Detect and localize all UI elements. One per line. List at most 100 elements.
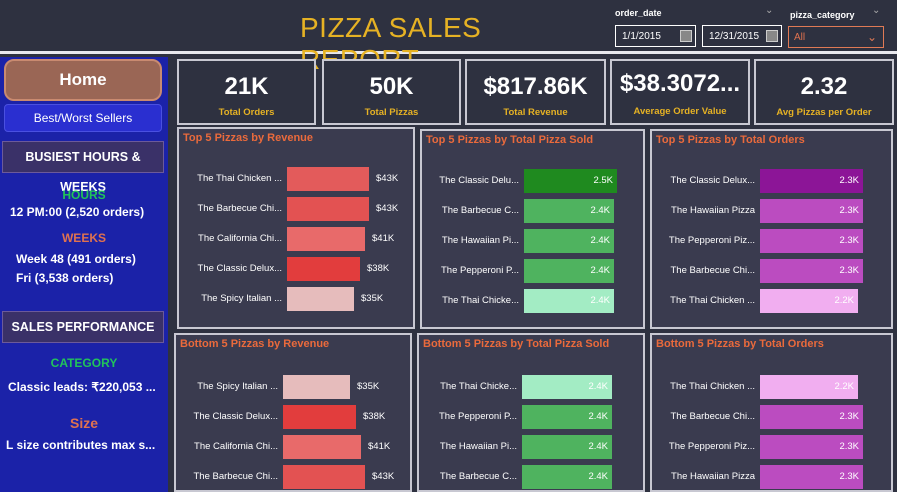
- bar-category-label: The California Chi...: [198, 233, 282, 244]
- bar-row[interactable]: The Barbecue C... 2.4K: [419, 465, 643, 489]
- calendar-icon[interactable]: [680, 30, 692, 42]
- order-date-label: order_date: [615, 8, 662, 18]
- bar-value-label: 2.4K: [590, 205, 610, 216]
- weeks-heading: WEEKS: [61, 231, 106, 245]
- weeks-text-1: Week 48 (491 orders): [16, 252, 136, 266]
- bar-row[interactable]: The Barbecue Chi... $43K: [179, 197, 413, 221]
- kpi-value: 21K: [224, 73, 269, 100]
- bar-row[interactable]: The Pepperoni Piz... 2.3K: [652, 435, 891, 459]
- bar-row[interactable]: The Hawaiian Pizza 2.3K: [652, 199, 891, 223]
- bar-row[interactable]: The Pepperoni Piz... 2.3K: [652, 229, 891, 253]
- bar-row[interactable]: The Pepperoni P... 2.4K: [419, 405, 643, 429]
- bar-row[interactable]: The Classic Delux... $38K: [179, 257, 413, 281]
- kpi-label: Avg Pizzas per Order: [776, 107, 872, 118]
- bar-row[interactable]: The Barbecue Chi... 2.3K: [652, 259, 891, 283]
- bar-row[interactable]: The Spicy Italian ... $35K: [179, 287, 413, 311]
- bar[interactable]: [283, 405, 356, 429]
- bar[interactable]: [287, 287, 354, 311]
- bar-category-label: The Thai Chicke...: [440, 381, 517, 392]
- hours-text: 12 PM:00 (2,520 orders): [10, 205, 145, 219]
- bar-category-label: The Classic Delux...: [197, 263, 282, 274]
- kpi-value: 2.32: [800, 73, 848, 100]
- busiest-hours-weeks-button[interactable]: BUSIEST HOURS & WEEKS: [2, 141, 164, 194]
- pizza-category-select[interactable]: All ⌄: [788, 26, 884, 48]
- bar-row[interactable]: The Pepperoni P... 2.4K: [422, 259, 643, 283]
- chart-bottom-orders: Bottom 5 Pizzas by Total Orders The Thai…: [650, 333, 893, 492]
- bar[interactable]: [287, 227, 365, 251]
- order-date-chevron-icon[interactable]: ⌄: [765, 5, 773, 16]
- home-button[interactable]: Home: [4, 59, 162, 101]
- best-worst-sellers-button[interactable]: Best/Worst Sellers: [4, 104, 162, 132]
- bar-value-label: $43K: [372, 471, 395, 482]
- kpi-total-revenue: $817.86K Total Revenue: [465, 59, 606, 125]
- bar-category-label: The Hawaiian Pizza: [671, 471, 755, 482]
- chart-title: Top 5 Pizzas by Total Pizza Sold: [426, 134, 594, 146]
- bar[interactable]: [283, 435, 361, 459]
- bar-row[interactable]: The Classic Delux... 2.3K: [652, 169, 891, 193]
- bar-category-label: The Pepperoni Piz...: [668, 235, 755, 246]
- bar-category-label: The Barbecue Chi...: [197, 203, 283, 214]
- chart-title: Top 5 Pizzas by Revenue: [183, 132, 314, 144]
- chart-title: Top 5 Pizzas by Total Orders: [656, 134, 805, 146]
- bar-category-label: The California Chi...: [194, 441, 278, 452]
- bar-row[interactable]: The Barbecue Chi... 2.3K: [652, 405, 891, 429]
- sales-performance-button[interactable]: SALES PERFORMANCE: [2, 311, 164, 343]
- bar-row[interactable]: The Barbecue C... 2.4K: [422, 199, 643, 223]
- bar-row[interactable]: The Hawaiian Pi... 2.4K: [419, 435, 643, 459]
- bar-row[interactable]: The Hawaiian Pi... 2.4K: [422, 229, 643, 253]
- chart-top-orders: Top 5 Pizzas by Total Orders The Classic…: [650, 129, 893, 329]
- size-heading: Size: [69, 415, 98, 431]
- bar-category-label: The Barbecue Chi...: [670, 265, 756, 276]
- bar[interactable]: [287, 167, 369, 191]
- category-heading: CATEGORY: [50, 356, 118, 370]
- bar[interactable]: [283, 375, 350, 399]
- bar-row[interactable]: The Classic Delux... $38K: [176, 405, 410, 429]
- bar[interactable]: [283, 465, 365, 489]
- chart-bottom-revenue: Bottom 5 Pizzas by Revenue The Spicy Ita…: [174, 333, 412, 492]
- bar-category-label: The Thai Chicke...: [442, 295, 519, 306]
- bar-row[interactable]: The Thai Chicken ... $43K: [179, 167, 413, 191]
- hours-heading: HOURS: [62, 188, 106, 202]
- bar-category-label: The Thai Chicken ...: [197, 173, 282, 184]
- bar-value-label: 2.3K: [839, 235, 859, 246]
- bar-row[interactable]: The Classic Delu... 2.5K: [422, 169, 643, 193]
- category-chevron-icon[interactable]: ⌄: [872, 5, 880, 16]
- bar-row[interactable]: The Barbecue Chi... $43K: [176, 465, 410, 489]
- bar-value-label: 2.3K: [839, 175, 859, 186]
- kpi-avg-pizzas-per-order: 2.32 Avg Pizzas per Order: [754, 59, 894, 125]
- chart-title: Bottom 5 Pizzas by Total Pizza Sold: [423, 338, 610, 350]
- bar-category-label: The Hawaiian Pi...: [439, 441, 517, 452]
- bar-value-label: 2.4K: [590, 265, 610, 276]
- kpi-average-order-value: $38.3072... Average Order Value: [610, 59, 750, 125]
- bar-value-label: $35K: [361, 293, 384, 304]
- calendar-icon[interactable]: [766, 30, 778, 42]
- bar-category-label: The Thai Chicken ...: [670, 295, 755, 306]
- bar[interactable]: [287, 257, 360, 281]
- bar-category-label: The Hawaiian Pi...: [441, 235, 519, 246]
- bar-row[interactable]: The Thai Chicke... 2.4K: [419, 375, 643, 399]
- date-start-input[interactable]: 1/1/2015: [615, 25, 696, 47]
- date-end-value: 12/31/2015: [709, 31, 760, 42]
- bar-category-label: The Barbecue Chi...: [670, 411, 756, 422]
- bar-row[interactable]: The California Chi... $41K: [176, 435, 410, 459]
- weeks-text-2: Fri (3,538 orders): [16, 271, 114, 285]
- bar-value-label: 2.4K: [590, 235, 610, 246]
- chevron-down-icon: ⌄: [866, 30, 877, 44]
- chart-title: Bottom 5 Pizzas by Revenue: [180, 338, 330, 350]
- bar-row[interactable]: The Hawaiian Pizza 2.3K: [652, 465, 891, 489]
- bar-category-label: The Classic Delux...: [193, 411, 278, 422]
- date-end-input[interactable]: 12/31/2015: [702, 25, 782, 47]
- category-text: Classic leads: ₹220,053 ...: [8, 380, 156, 394]
- bar-row[interactable]: The California Chi... $41K: [179, 227, 413, 251]
- kpi-label: Average Order Value: [633, 106, 727, 117]
- bar-row[interactable]: The Thai Chicke... 2.4K: [422, 289, 643, 313]
- bar-value-label: 2.3K: [839, 411, 859, 422]
- bar-category-label: The Classic Delux...: [670, 175, 755, 186]
- bar-value-label: 2.5K: [593, 175, 613, 186]
- bar-row[interactable]: The Thai Chicken ... 2.2K: [652, 289, 891, 313]
- bar-row[interactable]: The Thai Chicken ... 2.2K: [652, 375, 891, 399]
- bar-row[interactable]: The Spicy Italian ... $35K: [176, 375, 410, 399]
- bar-value-label: 2.3K: [839, 265, 859, 276]
- date-start-value: 1/1/2015: [622, 31, 661, 42]
- bar[interactable]: [287, 197, 369, 221]
